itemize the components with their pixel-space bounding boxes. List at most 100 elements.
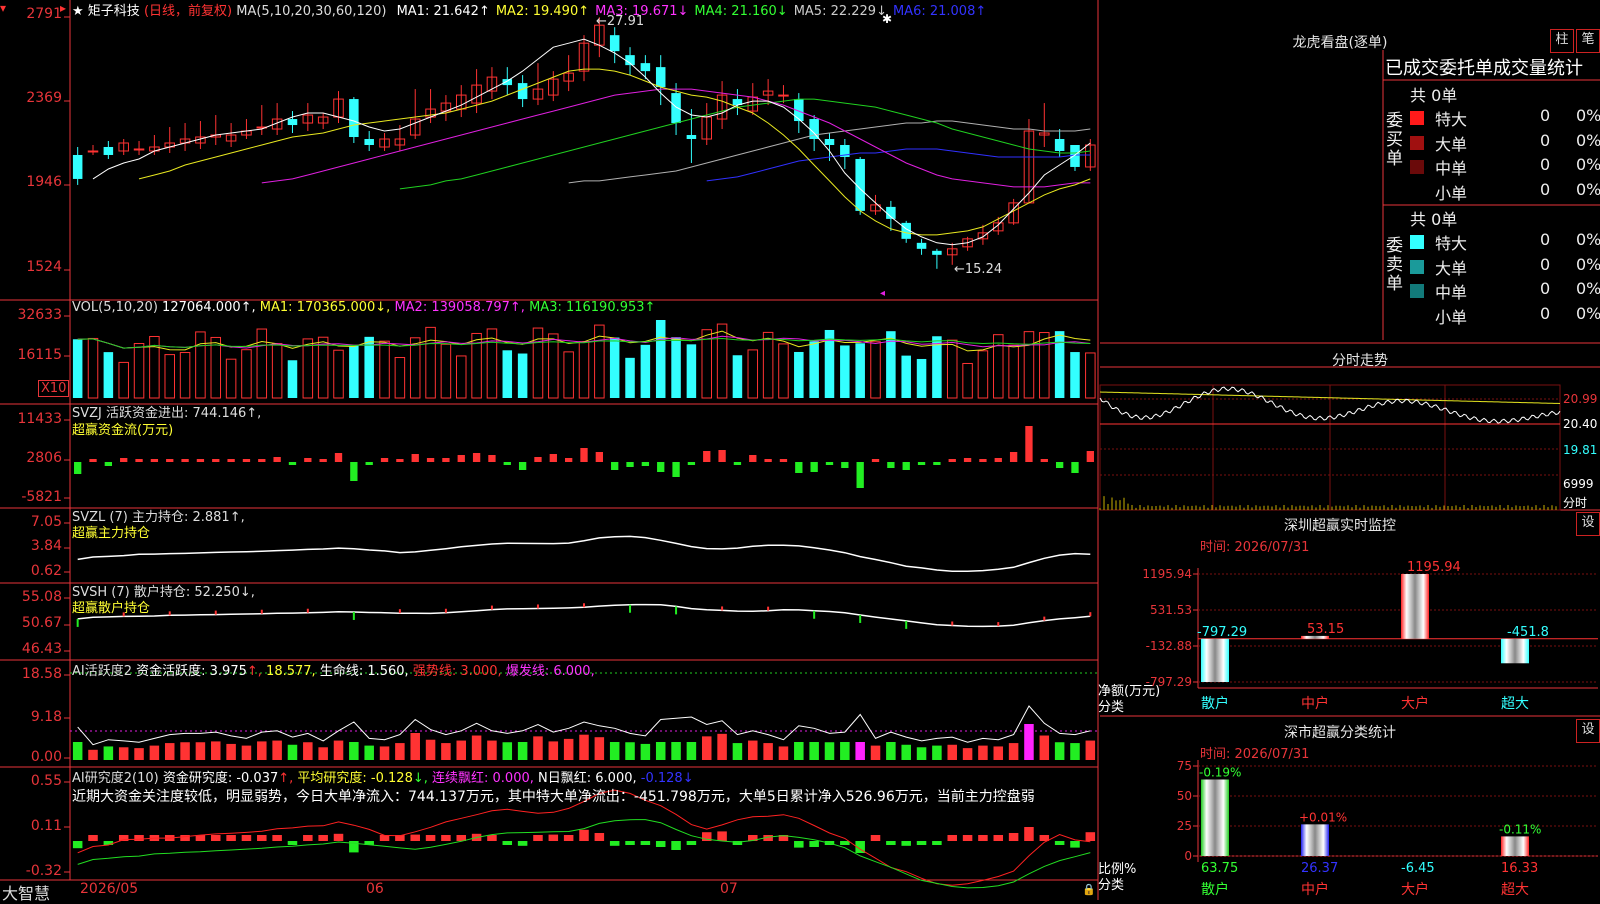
activity-bar [1054,742,1065,760]
volume-bar-down [287,360,298,398]
kline-chart-area[interactable] [0,0,1100,900]
research-bar [640,841,651,845]
research-bar [425,835,436,841]
intraday-axis-label: 20.40 [1563,417,1598,431]
fund-flow-bar [1086,451,1094,462]
fund-flow-bar [411,454,419,462]
sz-settings-button[interactable]: 设 [1576,512,1600,536]
ai-active-v2: 18.577, [266,664,316,679]
order-type-name: 大单 [1435,258,1468,278]
fund-flow-bar [657,462,665,472]
fund-flow-bar [472,453,481,462]
candle-body-down [932,250,942,255]
candle-body-up [778,94,789,97]
low-price-annotation: ←15.24 [954,262,1003,277]
sz-category: 散户 [1201,695,1229,712]
ai-active-title: AI活跃度2 [72,664,132,679]
research-bar [257,835,267,841]
volume-bar-down [655,320,666,398]
fund-flow-bar [672,462,680,477]
research-bar [717,831,727,841]
activity-bar [594,737,605,760]
fund-flow-bar [917,462,926,465]
order-type-name: 小单 [1435,307,1468,327]
fund-flow-bar [595,452,604,462]
ai-research-axis-label: 0.55 [30,773,62,789]
order-color-swatch [1410,308,1424,323]
activity-bar [487,740,497,760]
activity-bar [794,742,804,760]
fund-flow-bar [442,458,450,462]
ai-active-arrow: ↑, [246,664,262,679]
tick-view-button[interactable]: 笔 [1576,29,1600,53]
ai-research-continuous-red: 连续飘红: 0.000, [432,771,534,786]
sell-total: 共 0单 [1410,210,1458,229]
fund-flow-bar [334,453,343,462]
activity-bar [809,742,819,760]
research-bar [72,841,83,849]
lock-icon[interactable]: 🔒 [1082,883,1096,896]
sz-monitor-title: 深圳超赢实时监控 [1284,518,1396,534]
svsh-axis-label: 46.43 [21,641,62,657]
order-count: 0 [1540,130,1551,150]
candle-body-down [916,242,927,249]
activity-bar [824,742,835,760]
fund-flow-bar [933,462,941,465]
fund-flow-bar [74,462,82,474]
class-bar [1301,824,1329,856]
activity-bar [517,742,528,760]
activity-bar [962,748,973,760]
order-percent: 0% [1576,230,1600,249]
volume-bar-down [809,341,819,398]
vol-ma3: MA3: 116190.953↑ [529,300,656,315]
class-bar-top-label: -0.19% [1199,766,1241,780]
activity-bar [870,745,881,760]
fund-flow-bar [611,462,619,470]
fund-flow-bar [1025,426,1033,462]
volume-bar-down [72,339,83,398]
price-axis-label: 2791 [26,6,62,22]
class-settings-button[interactable]: 设 [1576,719,1600,743]
research-bar [441,835,451,841]
fund-flow-bar [503,462,511,465]
star-icon[interactable]: ★ [72,4,84,19]
fund-flow-bar [626,462,634,467]
research-bar [318,835,328,841]
vol-ma1: MA1: 170365.000↓, [259,300,391,315]
research-bar [333,833,344,841]
activity-bar [916,747,927,760]
order-count: 0 [1540,279,1551,298]
fund-flow-bar [687,462,696,465]
candle-body-down [609,35,620,52]
order-color-swatch [1410,184,1424,199]
activity-bar [533,736,543,760]
fund-flow-bar [120,458,128,462]
order-percent: 0% [1576,279,1600,298]
fund-flow-bar [856,462,864,488]
volume-bar-down [916,358,927,398]
research-bar [809,841,819,847]
candle-body-down [655,67,666,88]
ai-research-title: AI研究度2(10) [72,771,159,786]
fund-flow-bar [196,459,205,462]
activity-bar [625,742,635,760]
order-count: 0 [1540,179,1551,199]
bar-view-button[interactable]: 柱 [1550,29,1574,53]
fund-flow-bar [841,462,849,468]
brand-label: 大智慧 [2,884,51,903]
high-price-annotation: ←27.91 [596,14,645,29]
fund-flow-bar [258,459,266,462]
volume-bar-down [517,353,528,398]
ai-research-avg: 平均研究度: -0.128 [297,771,413,786]
research-bar [655,841,666,847]
activity-bar [395,743,405,760]
fund-flow-bar [488,455,496,462]
period-label[interactable]: (日线，前复权) [144,4,232,19]
buy-total: 共 0单 [1410,86,1458,105]
intraday-title[interactable]: 分时走势 [1300,350,1420,370]
research-bar [410,834,420,841]
order-percent: 0% [1576,155,1600,174]
activity-bar [134,748,144,760]
volume-bar-down [671,337,681,398]
scroll-marker-icon[interactable]: ◂ [880,288,885,299]
